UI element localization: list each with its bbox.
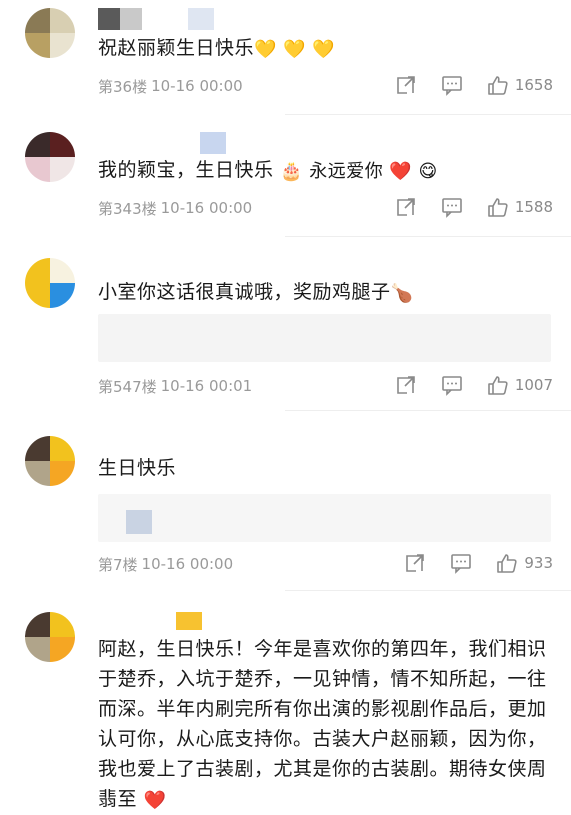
share-icon[interactable] [395, 374, 417, 396]
like-button[interactable]: 1588 [487, 196, 553, 218]
avatar[interactable] [25, 132, 75, 182]
comment-text: 我的颖宝，生日快乐 🎂 永远爱你 ❤️ 😋 [98, 159, 438, 182]
heart-emoji: 💛 💛 💛 [254, 39, 336, 60]
divider [285, 236, 571, 237]
like-count: 933 [524, 554, 553, 572]
floor-number: 第547楼 [98, 377, 157, 396]
comment-text: 小室你这话很真诚哦，奖励鸡腿子🍗 [98, 281, 414, 304]
divider [285, 114, 571, 115]
avatar[interactable] [25, 8, 75, 58]
like-count: 1658 [514, 76, 553, 94]
like-button[interactable]: 933 [496, 552, 553, 574]
floor-number: 第343楼 [98, 199, 157, 218]
action-bar: 1007 [371, 374, 553, 396]
action-bar: 933 [380, 552, 553, 574]
comment-icon[interactable] [441, 374, 463, 396]
share-icon[interactable] [395, 74, 417, 96]
comment-text: 生日快乐 [98, 457, 177, 479]
avatar[interactable] [25, 258, 75, 308]
quoted-reply-redacted[interactable] [98, 494, 551, 542]
share-icon[interactable] [404, 552, 426, 574]
thumbs-up-icon [497, 554, 517, 573]
comment-icon[interactable] [441, 196, 463, 218]
timestamp: 10-16 00:00 [160, 199, 253, 217]
divider [285, 590, 571, 591]
heart-emoji: ❤️ [143, 790, 167, 811]
divider [285, 410, 571, 411]
emoji-group: 🎂 永远爱你 ❤️ 😋 [280, 161, 438, 182]
like-button[interactable]: 1658 [487, 74, 553, 96]
username-redacted[interactable] [200, 132, 226, 156]
comment-icon[interactable] [441, 74, 463, 96]
timestamp: 10-16 00:01 [160, 377, 253, 395]
thumbs-up-icon [488, 376, 508, 395]
quoted-reply-redacted[interactable] [98, 314, 551, 362]
floor-number: 第7楼 [98, 555, 138, 574]
avatar[interactable] [25, 436, 75, 486]
action-bar: 1658 [371, 74, 553, 96]
action-bar: 1588 [371, 196, 553, 218]
like-count: 1588 [514, 198, 553, 216]
timestamp: 10-16 00:00 [141, 555, 234, 573]
like-count: 1007 [514, 376, 553, 394]
like-button[interactable]: 1007 [487, 374, 553, 396]
thumbs-up-icon [488, 76, 508, 95]
username-redacted[interactable] [176, 612, 202, 636]
comment-text: 祝赵丽颖生日快乐💛 💛 💛 [98, 37, 336, 60]
username-redacted[interactable] [98, 8, 214, 32]
drumstick-emoji: 🍗 [390, 283, 414, 304]
avatar[interactable] [25, 612, 75, 662]
floor-number: 第36楼 [98, 77, 148, 96]
comment-icon[interactable] [450, 552, 472, 574]
comment-text: 阿赵，生日快乐！今年是喜欢你的第四年，我们相识于楚乔，入坑于楚乔，一见钟情，情不… [98, 638, 547, 811]
thumbs-up-icon [488, 198, 508, 217]
share-icon[interactable] [395, 196, 417, 218]
redacted-block [126, 510, 152, 534]
timestamp: 10-16 00:00 [151, 77, 243, 95]
